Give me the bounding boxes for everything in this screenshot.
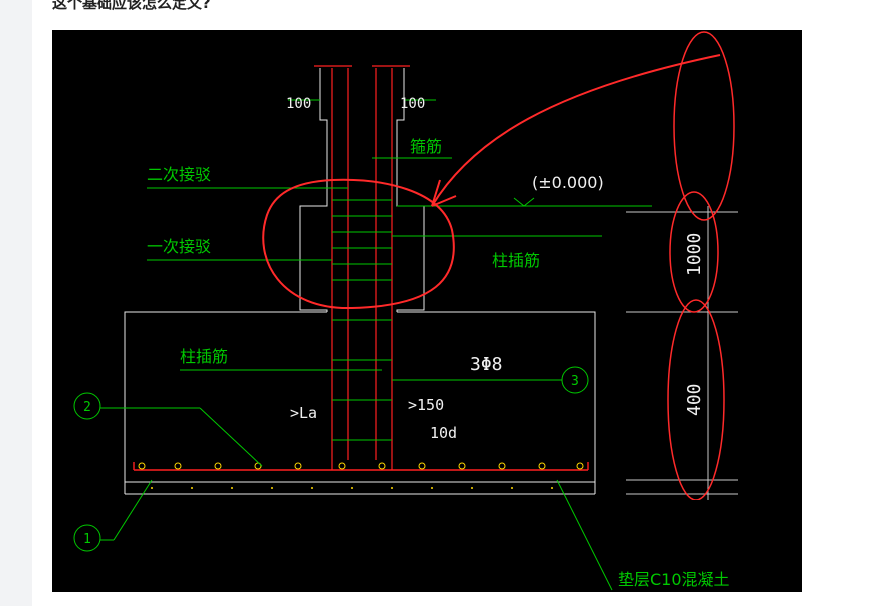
post-title: 这个基础应该怎么定义?: [52, 0, 211, 12]
callout-3-label: 3: [571, 374, 579, 389]
left-gray-strip: [0, 0, 32, 606]
dim-1000-label: 1000: [684, 233, 705, 276]
label-150: >150: [408, 396, 444, 414]
dimension-column: 1000 400 100: [620, 30, 750, 500]
callout-2-label: 2: [83, 400, 91, 415]
cushion-label: 垫层C10混凝土: [618, 570, 730, 589]
la-label: >La: [290, 404, 317, 422]
column-dowel-label-right: 柱插筋: [492, 251, 540, 270]
second-splice-label: 二次接驳: [147, 165, 211, 184]
label-10d: 10d: [430, 424, 457, 442]
elevation-label: (±0.000): [532, 173, 604, 192]
dimension-svg: 1000 400 100: [626, 31, 738, 500]
stirrup-label: 箍筋: [410, 137, 442, 156]
dim-right-label: 100: [400, 96, 425, 112]
rebar-spec-label: 3Φ8: [470, 354, 503, 375]
dim-400-label: 400: [684, 383, 705, 416]
callout-1-label: 1: [83, 532, 91, 547]
dim-left-label: 100: [286, 96, 311, 112]
first-splice-label: 一次接驳: [147, 237, 211, 256]
column-dowel-label-left: 柱插筋: [180, 347, 228, 366]
